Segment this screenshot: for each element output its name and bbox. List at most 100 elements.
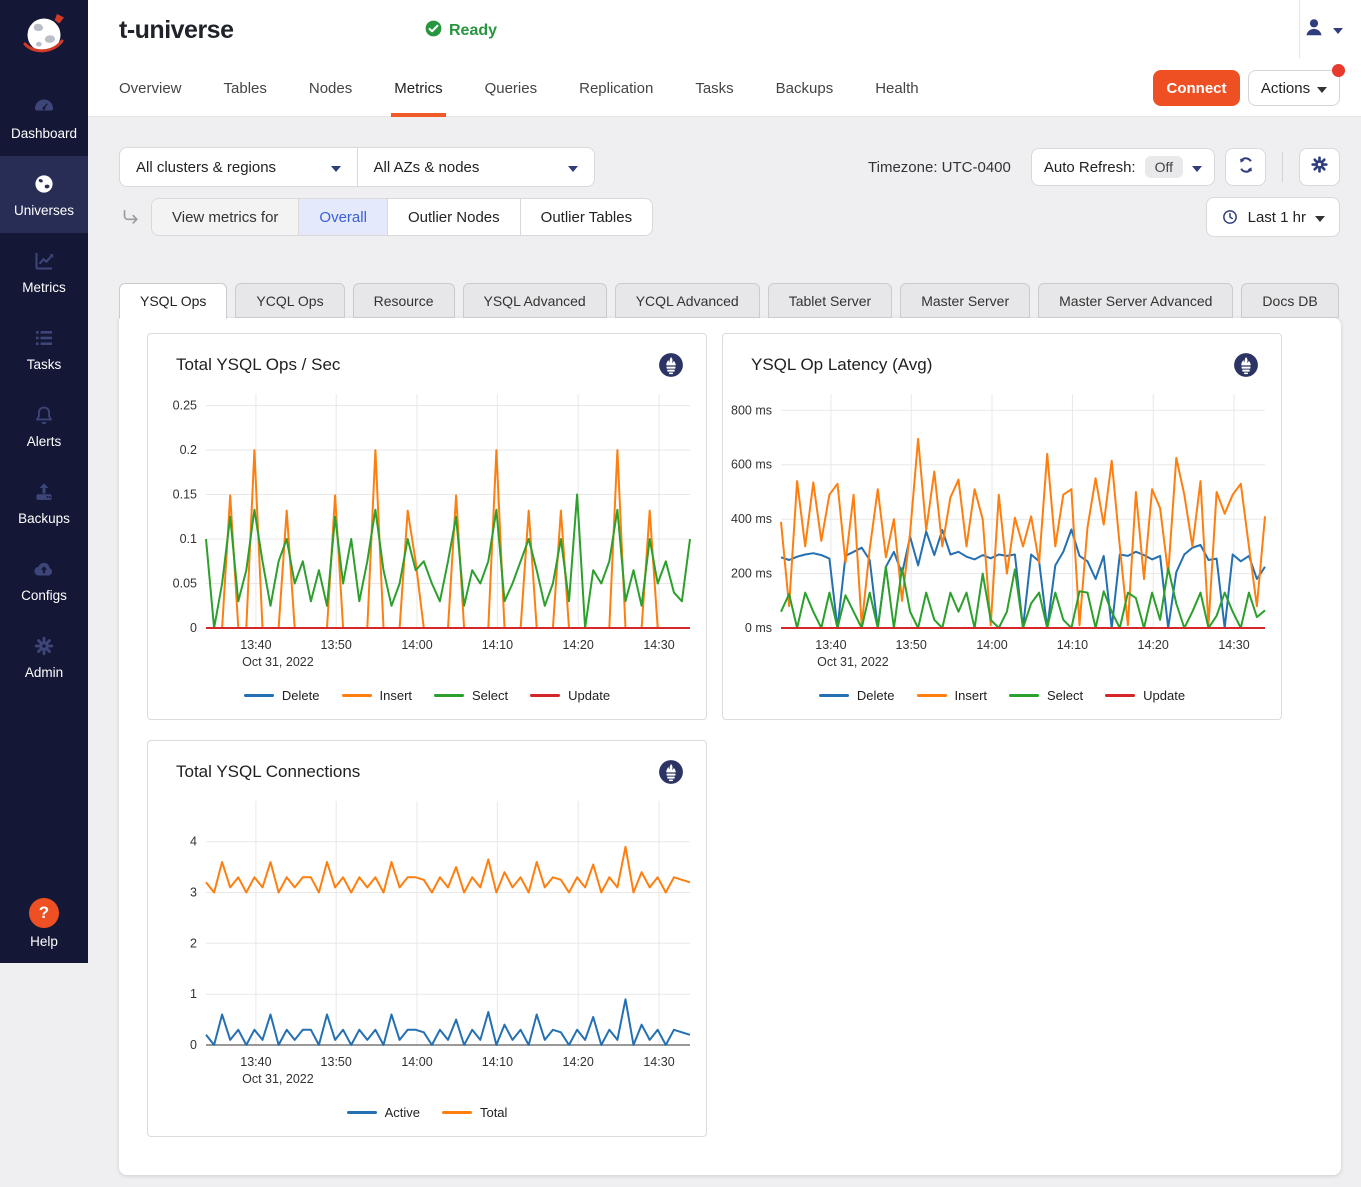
actions-label: Actions [1261, 80, 1310, 97]
svg-text:0.15: 0.15 [173, 488, 197, 502]
chevron-down-icon [1317, 80, 1327, 97]
sidebar-item-dashboard[interactable]: Dashboard [0, 79, 88, 156]
settings-button[interactable] [1299, 148, 1340, 186]
legend-label: Select [1047, 688, 1083, 703]
metric-tab-tablet-server[interactable]: Tablet Server [768, 283, 892, 318]
svg-text:4: 4 [190, 835, 197, 849]
metric-tab-ycql-ops[interactable]: YCQL Ops [235, 283, 344, 318]
sidebar-item-universes[interactable]: Universes [0, 156, 88, 233]
legend-item-total[interactable]: Total [442, 1105, 507, 1120]
legend-item-insert[interactable]: Insert [342, 688, 413, 703]
prometheus-icon[interactable] [1233, 352, 1259, 378]
svg-text:14:00: 14:00 [976, 638, 1007, 652]
sidebar-item-metrics[interactable]: Metrics [0, 233, 88, 310]
list-icon [32, 326, 56, 350]
svg-text:14:00: 14:00 [401, 638, 432, 652]
refresh-icon [1236, 155, 1256, 180]
tab-overview[interactable]: Overview [119, 60, 182, 117]
metrics-panel: Total YSQL Ops / Sec 13:40 13:50 14:00 14:1… [119, 318, 1341, 1175]
tab-queries[interactable]: Queries [485, 60, 538, 117]
chart-card-total-ysql-connections: Total YSQL Connections 13:4013:5014:0014… [147, 740, 707, 1137]
sidebar-item-tasks[interactable]: Tasks [0, 310, 88, 387]
page-title: t-universe [119, 16, 233, 45]
legend-label: Insert [955, 688, 988, 703]
legend-swatch [1105, 694, 1135, 697]
legend-item-delete[interactable]: Delete [819, 688, 895, 703]
metric-tab-ysql-ops[interactable]: YSQL Ops [119, 283, 227, 319]
svg-text:0: 0 [190, 621, 197, 635]
metric-tab-ycql-advanced[interactable]: YCQL Advanced [615, 283, 760, 318]
metric-tab-docs-db[interactable]: Docs DB [1241, 283, 1338, 318]
tab-tasks[interactable]: Tasks [695, 60, 733, 117]
svg-text:14:20: 14:20 [1138, 638, 1169, 652]
svg-text:0: 0 [190, 1038, 197, 1052]
legend-item-insert[interactable]: Insert [917, 688, 988, 703]
tab-health[interactable]: Health [875, 60, 918, 117]
chart-canvas: 13:4013:5014:0014:1014:2014:3001234Oct 3… [148, 787, 704, 1097]
chart-title: Total YSQL Connections [176, 762, 360, 782]
view-metrics-tab-outlier-tables[interactable]: Outlier Tables [521, 199, 652, 235]
chart-title: Total YSQL Ops / Sec [176, 355, 340, 375]
clusters-regions-dropdown[interactable]: All clusters & regions [120, 148, 357, 186]
legend-item-select[interactable]: Select [434, 688, 508, 703]
svg-text:0.2: 0.2 [180, 443, 197, 457]
status-badge: Ready [424, 19, 497, 43]
time-range-dropdown[interactable]: Last 1 hr [1206, 197, 1340, 237]
metric-tab-master-server-advanced[interactable]: Master Server Advanced [1038, 283, 1233, 318]
svg-text:13:50: 13:50 [321, 1055, 352, 1069]
sidebar-item-help[interactable]: ? Help [29, 898, 59, 949]
tab-replication[interactable]: Replication [579, 60, 653, 117]
svg-text:14:10: 14:10 [482, 1055, 513, 1069]
sidebar-item-backups[interactable]: Backups [0, 464, 88, 541]
tab-backups[interactable]: Backups [776, 60, 834, 117]
app-logo[interactable] [16, 8, 72, 69]
svg-text:13:40: 13:40 [240, 638, 271, 652]
view-metrics-switcher: View metrics for OverallOutlier NodesOut… [151, 198, 653, 236]
refresh-button[interactable] [1225, 148, 1266, 186]
sidebar-item-label: Alerts [27, 434, 62, 449]
prometheus-icon[interactable] [658, 759, 684, 785]
svg-text:Oct 31, 2022: Oct 31, 2022 [242, 1072, 314, 1086]
tab-nodes[interactable]: Nodes [309, 60, 352, 117]
prometheus-icon[interactable] [658, 352, 684, 378]
auto-refresh-control[interactable]: Auto Refresh: Off [1031, 148, 1215, 186]
gear-icon [32, 634, 56, 658]
sidebar-item-configs[interactable]: Configs [0, 541, 88, 618]
svg-text:400 ms: 400 ms [731, 512, 772, 526]
main-content: t-universe Ready Overview Tables Nodes Metr… [88, 0, 1361, 1187]
svg-text:14:10: 14:10 [1057, 638, 1088, 652]
legend-item-update[interactable]: Update [1105, 688, 1185, 703]
view-metrics-tab-outlier-nodes[interactable]: Outlier Nodes [388, 199, 521, 235]
legend-item-update[interactable]: Update [530, 688, 610, 703]
view-metrics-tab-list: OverallOutlier NodesOutlier Tables [299, 199, 652, 235]
user-menu[interactable] [1302, 15, 1343, 44]
backup-icon [32, 480, 56, 504]
chart-grid: Total YSQL Ops / Sec 13:40 13:50 14:00 14:1… [119, 318, 1341, 1137]
timezone-label: Timezone: UTC-0400 [868, 159, 1011, 176]
azs-nodes-dropdown[interactable]: All AZs & nodes [357, 148, 595, 186]
sidebar-item-label: Tasks [27, 357, 62, 372]
legend-swatch [530, 694, 560, 697]
azs-nodes-value: All AZs & nodes [374, 159, 480, 176]
metric-tab-resource[interactable]: Resource [353, 283, 455, 318]
legend-swatch [819, 694, 849, 697]
legend-item-select[interactable]: Select [1009, 688, 1083, 703]
tab-metrics[interactable]: Metrics [394, 60, 442, 117]
chart-title: YSQL Op Latency (Avg) [751, 355, 932, 375]
svg-text:Oct 31, 2022: Oct 31, 2022 [242, 655, 314, 669]
legend-label: Update [1143, 688, 1185, 703]
legend-item-active[interactable]: Active [347, 1105, 420, 1120]
connect-button[interactable]: Connect [1153, 70, 1240, 106]
metric-tab-master-server[interactable]: Master Server [900, 283, 1030, 318]
legend-item-delete[interactable]: Delete [244, 688, 320, 703]
sidebar-item-alerts[interactable]: Alerts [0, 387, 88, 464]
metric-tab-ysql-advanced[interactable]: YSQL Advanced [463, 283, 607, 318]
svg-text:13:50: 13:50 [321, 638, 352, 652]
actions-button[interactable]: Actions [1248, 70, 1340, 106]
legend-swatch [917, 694, 947, 697]
tab-tables[interactable]: Tables [224, 60, 267, 117]
svg-text:14:20: 14:20 [563, 1055, 594, 1069]
sidebar-item-admin[interactable]: Admin [0, 618, 88, 695]
view-metrics-tab-overall[interactable]: Overall [299, 199, 388, 235]
sidebar-item-label: Backups [18, 511, 70, 526]
